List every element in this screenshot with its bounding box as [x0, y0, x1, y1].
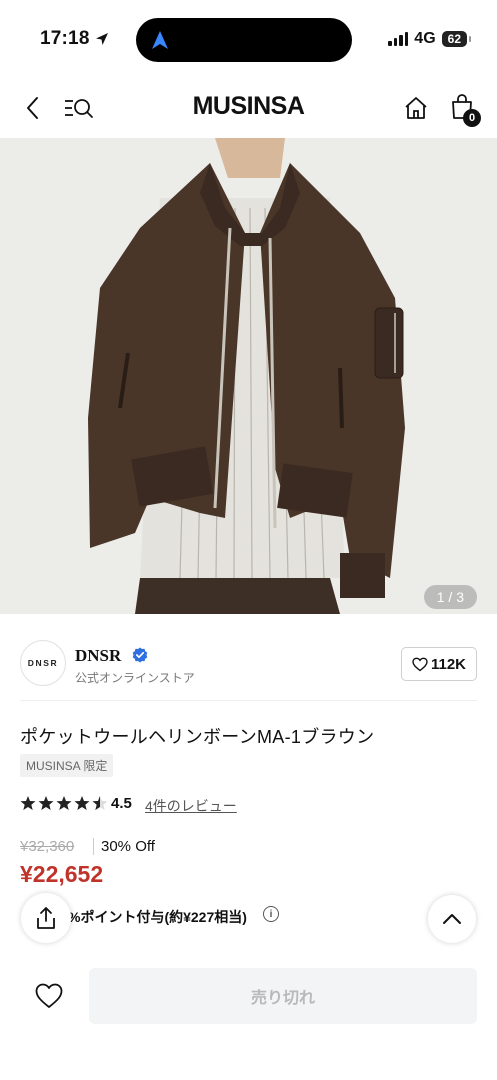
verified-badge-icon [132, 647, 148, 663]
sale-price: ¥22,652 [20, 861, 104, 887]
product-title: ポケットウールヘリンボーンMA-1ブラウン [20, 727, 375, 747]
points-info: %ポイント付与(約¥227相当) [68, 909, 247, 925]
brand-name[interactable]: DNSR [75, 646, 121, 666]
wishlist-heart-icon[interactable] [34, 982, 64, 1010]
exclusive-tag: MUSINSA 限定 [20, 754, 114, 777]
cart-count-badge: 0 [463, 109, 481, 127]
brand-like-button[interactable]: 112K [401, 647, 477, 681]
like-count: 112K [430, 655, 467, 673]
original-price: ¥32,360 [20, 838, 75, 855]
image-counter: 1 / 3 [423, 585, 477, 609]
heart-icon [412, 657, 428, 671]
divider [20, 700, 477, 701]
signal-icon [388, 32, 409, 46]
share-icon [37, 907, 55, 929]
brand-subtitle: 公式オンラインストア [75, 671, 195, 685]
review-link[interactable]: 4件のレビュー [145, 796, 237, 816]
battery-icon: 62 [441, 31, 472, 47]
rating-value: 4.5 [111, 795, 132, 812]
sold-out-button[interactable]: 売り切れ [89, 968, 477, 1024]
brand-logo[interactable]: DNSR [20, 640, 66, 686]
price-divider [93, 838, 94, 855]
status-indicators: 4G 62 [388, 30, 472, 48]
share-button[interactable] [21, 893, 71, 943]
info-icon[interactable]: i [263, 906, 279, 922]
scroll-top-button[interactable] [428, 895, 476, 943]
rating-stars [20, 795, 108, 811]
jacket-photo [0, 138, 497, 614]
home-icon[interactable] [403, 95, 429, 121]
location-arrow-icon [96, 33, 108, 45]
star-rating-icon [20, 796, 108, 810]
product-image[interactable] [0, 138, 497, 614]
discount-rate: 30% Off [101, 838, 155, 855]
navigation-icon [152, 31, 168, 49]
network-type: 4G [414, 30, 436, 47]
dynamic-island [136, 18, 352, 62]
status-time: 17:18 [40, 28, 90, 49]
chevron-up-icon [443, 914, 461, 924]
